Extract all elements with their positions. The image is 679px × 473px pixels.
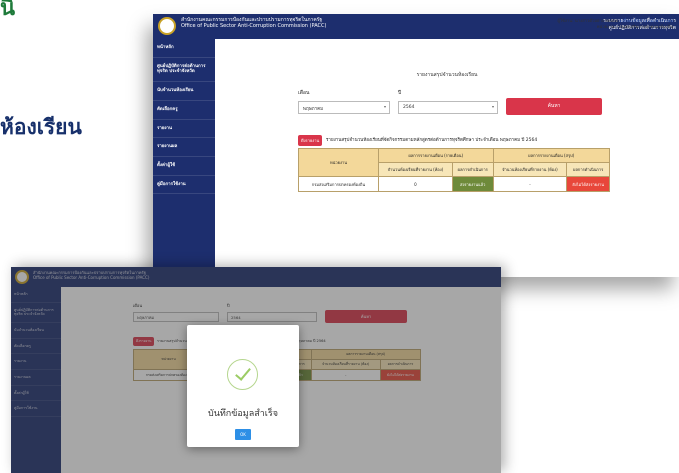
main-content: ผู้ใช้งาน: นางสาวตัวอย่าง ทดสอบ เปลี่ยนร… [215,14,679,277]
report-title: รายงานสรุปจำนวนห้องเรียนที่จัดกิจกรรมตาม… [326,138,538,143]
save-success-screenshot: สำนักงานคณะกรรมการป้องกันและปราบปรามการท… [11,267,501,473]
month-label: เดือน [298,90,310,96]
group1-header: ผลการรายงานเดือน (รายเดือน) [378,148,494,163]
sidebar-item-result[interactable]: รายงานผล [153,138,215,158]
pacc-logo-icon [158,17,176,35]
month-value: พฤษภาคม [303,107,324,112]
user-info: ผู้ใช้งาน: นางสาวตัวอย่าง ทดสอบ เปลี่ยนร… [558,18,673,31]
ok-button[interactable]: OK [235,429,251,440]
row-status2-badge: ยังไม่ได้ส่งรายงาน [566,176,610,192]
sidebar-item-user-settings[interactable]: ตั้งค่าผู้ใช้ [153,157,215,176]
sidebar-item-classroom-count[interactable]: นับจำนวนห้องเรียน [153,82,215,101]
page-title: รายงานสรุปจำนวนห้องเรียน [416,72,478,78]
sidebar-item-home[interactable]: หน้าหลัก [153,39,215,58]
search-button[interactable]: ค้นหา [506,98,602,115]
sidebar-item-select-teacher[interactable]: คัดเลือกครู [153,101,215,120]
sidebar: หน้าหลัก ศูนย์ปฏิบัติการต่อต้านการทุจริต… [153,39,215,277]
row-count2: - [492,176,568,192]
success-message: บันทึกข้อมูลสำเร็จ [208,409,278,419]
report-tag-button[interactable]: ดึงรายงาน [298,135,323,146]
row-agency: กรมส่งเสริมการปกครองท้องถิ่น [298,176,379,192]
sidebar-item-center[interactable]: ศูนย์ปฏิบัติการต่อต้านการทุจริต ประจำจัง… [153,58,215,83]
row-count: 0 [378,176,453,192]
chevron-down-icon: ▾ [383,104,386,109]
chevron-down-icon: ▾ [491,104,494,109]
sidebar-item-report[interactable]: รายงาน [153,120,215,139]
user-name: ผู้ใช้งาน: นางสาวตัวอย่าง ทดสอบ [557,18,619,23]
year-label: ปี [398,90,402,96]
slide-heading-top: นิ [0,0,16,21]
year-value: 2564 [403,105,415,110]
report-table: หน่วยงาน ผลการรายงานเดือน (รายเดือน) ผลก… [298,148,610,192]
group2-header: ผลการรายงานเดือน (สรุป) [492,148,610,163]
report-page-screenshot: สำนักงานคณะกรรมการป้องกันและปราบปรามการท… [153,14,679,277]
sub-status2-header: ผลการดำเนินการ [566,162,610,177]
user-agency: หน่วยงาน: กรมส่งเสริมการปกครองท้องถิ่น [596,24,673,30]
row-status-badge: ส่งรายงานแล้ว [451,176,494,192]
sub-count2-header: จำนวนห้องเรียนที่รายงาน (ห้อง) [492,162,568,177]
success-check-icon [227,359,258,390]
change-password-link[interactable]: เปลี่ยนรหัสผ่าน [620,18,647,23]
sub-status-header: ผลการดำเนินการ [451,162,494,177]
slide-heading: ห้องเรียน [0,115,82,139]
col-agency-header: หน่วยงาน [298,148,379,177]
year-select[interactable]: 2564 ▾ [398,101,498,114]
logout-link[interactable]: ออกจากระบบ [648,18,673,23]
table-row: กรมส่งเสริมการปกครองท้องถิ่น 0 ส่งรายงาน… [298,176,610,192]
success-dialog: บันทึกข้อมูลสำเร็จ OK [187,325,299,447]
sidebar-item-manual[interactable]: คู่มือการใช้งาน [153,176,215,195]
month-select[interactable]: พฤษภาคม ▾ [298,101,390,114]
sub-count-header: จำนวนห้องเรียนที่รายงาน (ห้อง) [378,162,453,177]
